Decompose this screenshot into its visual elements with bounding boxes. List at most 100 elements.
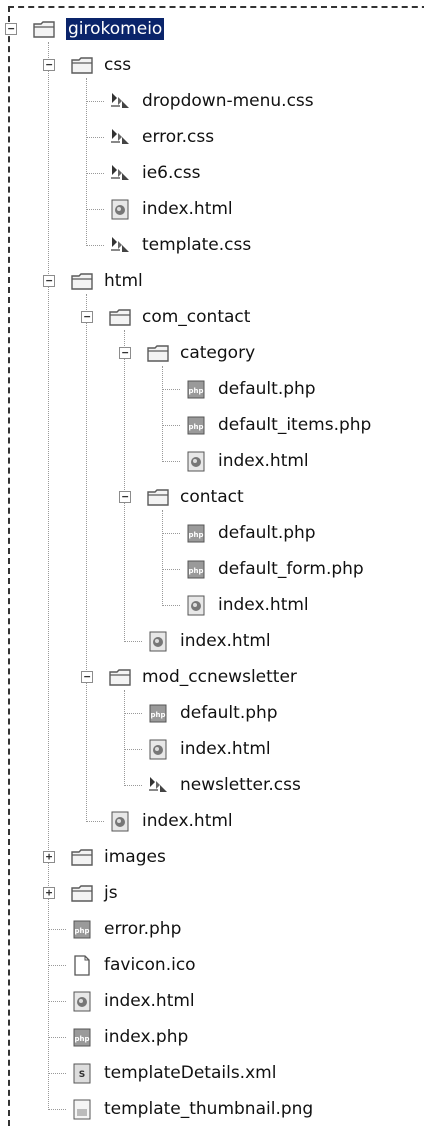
tree-node-label: contact <box>180 487 244 507</box>
tree-node-label: default.php <box>218 523 316 543</box>
tree-node-label: index.php <box>104 1027 189 1047</box>
folder-icon <box>70 269 94 293</box>
folder-icon <box>146 341 170 365</box>
tree-file-node[interactable]: php default_items.php <box>0 408 424 444</box>
tree-connector <box>124 713 142 714</box>
tree-connector <box>48 1001 66 1002</box>
collapse-toggle-icon[interactable]: − <box>43 275 55 287</box>
collapse-toggle-icon[interactable]: − <box>119 491 131 503</box>
tree-file-node[interactable]: newsletter.css <box>0 768 424 804</box>
tree-file-node[interactable]: StemplateDetails.xml <box>0 1056 424 1092</box>
tree-connector <box>86 209 104 210</box>
collapse-toggle-icon[interactable]: − <box>119 347 131 359</box>
tree-node-label: mod_ccnewsletter <box>142 667 297 687</box>
css-file-icon <box>108 161 132 185</box>
tree-connector <box>124 749 142 750</box>
html-file-icon <box>146 737 170 761</box>
tree-node-label: html <box>104 271 143 291</box>
tree-node-label: index.html <box>142 811 233 831</box>
tree-connector <box>48 1073 66 1074</box>
tree-connector <box>86 821 104 822</box>
tree-file-node[interactable]: php default.php <box>0 516 424 552</box>
tree-node-label: default.php <box>218 379 316 399</box>
tree-connector <box>48 929 66 930</box>
svg-text:php: php <box>188 567 203 575</box>
tree-file-node[interactable]: index.html <box>0 588 424 624</box>
tree-node-label: index.html <box>180 631 271 651</box>
folder-icon <box>70 881 94 905</box>
tree-node-label: index.html <box>104 991 195 1011</box>
tree-file-node[interactable]: index.html <box>0 984 424 1020</box>
tree-node-label: index.html <box>142 199 233 219</box>
tree-file-node[interactable]: index.html <box>0 732 424 768</box>
xml-file-icon: S <box>70 1061 94 1085</box>
tree-node-label: css <box>104 55 132 75</box>
tree-folder-node[interactable]: + js <box>0 876 424 912</box>
tree-connector <box>48 1037 66 1038</box>
tree-connector <box>86 137 104 138</box>
svg-text:php: php <box>188 423 203 431</box>
php-file-icon: php <box>184 377 208 401</box>
tree-file-node[interactable]: dropdown-menu.css <box>0 84 424 120</box>
collapse-toggle-icon[interactable]: − <box>5 23 17 35</box>
html-file-icon <box>146 629 170 653</box>
tree-folder-node[interactable]: − css <box>0 48 424 84</box>
tree-node-label: ie6.css <box>142 163 201 183</box>
tree-file-node[interactable]: php default.php <box>0 696 424 732</box>
tree-folder-node[interactable]: − girokomeio <box>0 12 424 48</box>
tree-node-label: default.php <box>180 703 278 723</box>
tree-folder-node[interactable]: + images <box>0 840 424 876</box>
tree-folder-node[interactable]: − category <box>0 336 424 372</box>
tree-file-node[interactable]: php default.php <box>0 372 424 408</box>
tree-file-node[interactable]: template_thumbnail.png <box>0 1092 424 1128</box>
image-file-icon <box>70 1097 94 1121</box>
collapse-toggle-icon[interactable]: − <box>43 59 55 71</box>
tree-folder-node[interactable]: − com_contact <box>0 300 424 336</box>
tree-connector <box>48 965 66 966</box>
tree-connector <box>162 389 180 390</box>
tree-node-label: default_items.php <box>218 415 372 435</box>
tree-connector <box>162 425 180 426</box>
tree-folder-node[interactable]: − html <box>0 264 424 300</box>
tree-file-node[interactable]: php error.php <box>0 912 424 948</box>
tree-node-label: favicon.ico <box>104 955 196 975</box>
php-file-icon: php <box>184 557 208 581</box>
tree-file-node[interactable]: favicon.ico <box>0 948 424 984</box>
folder-icon <box>70 53 94 77</box>
tree-folder-node[interactable]: − mod_ccnewsletter <box>0 660 424 696</box>
tree-connector <box>162 605 180 606</box>
tree-file-node[interactable]: index.html <box>0 804 424 840</box>
tree-node-label: template_thumbnail.png <box>104 1099 314 1119</box>
tree-connector <box>86 101 104 102</box>
folder-icon <box>32 17 56 41</box>
folder-icon <box>146 485 170 509</box>
tree-folder-node[interactable]: − contact <box>0 480 424 516</box>
css-file-icon <box>108 233 132 257</box>
expand-toggle-icon[interactable]: + <box>43 887 55 899</box>
tree-node-label: index.html <box>218 595 309 615</box>
collapse-toggle-icon[interactable]: − <box>81 311 93 323</box>
tree-file-node[interactable]: index.html <box>0 624 424 660</box>
tree-node-label: template.css <box>142 235 252 255</box>
tree-node-label: girokomeio <box>66 18 165 40</box>
tree-file-node[interactable]: template.css <box>0 228 424 264</box>
html-file-icon <box>70 989 94 1013</box>
svg-text:php: php <box>188 387 203 395</box>
tree-file-node[interactable]: ie6.css <box>0 156 424 192</box>
php-file-icon: php <box>70 1025 94 1049</box>
tree-connector <box>124 785 142 786</box>
svg-text:php: php <box>74 1035 89 1043</box>
html-file-icon <box>184 593 208 617</box>
tree-node-label: dropdown-menu.css <box>142 91 314 111</box>
tree-file-node[interactable]: error.css <box>0 120 424 156</box>
tree-node-label: error.css <box>142 127 215 147</box>
expand-toggle-icon[interactable]: + <box>43 851 55 863</box>
tree-file-node[interactable]: index.html <box>0 192 424 228</box>
tree-node-label: default_form.php <box>218 559 364 579</box>
php-file-icon: php <box>70 917 94 941</box>
tree-file-node[interactable]: php default_form.php <box>0 552 424 588</box>
tree-file-node[interactable]: php index.php <box>0 1020 424 1056</box>
collapse-toggle-icon[interactable]: − <box>81 671 93 683</box>
folder-icon <box>108 305 132 329</box>
tree-file-node[interactable]: index.html <box>0 444 424 480</box>
